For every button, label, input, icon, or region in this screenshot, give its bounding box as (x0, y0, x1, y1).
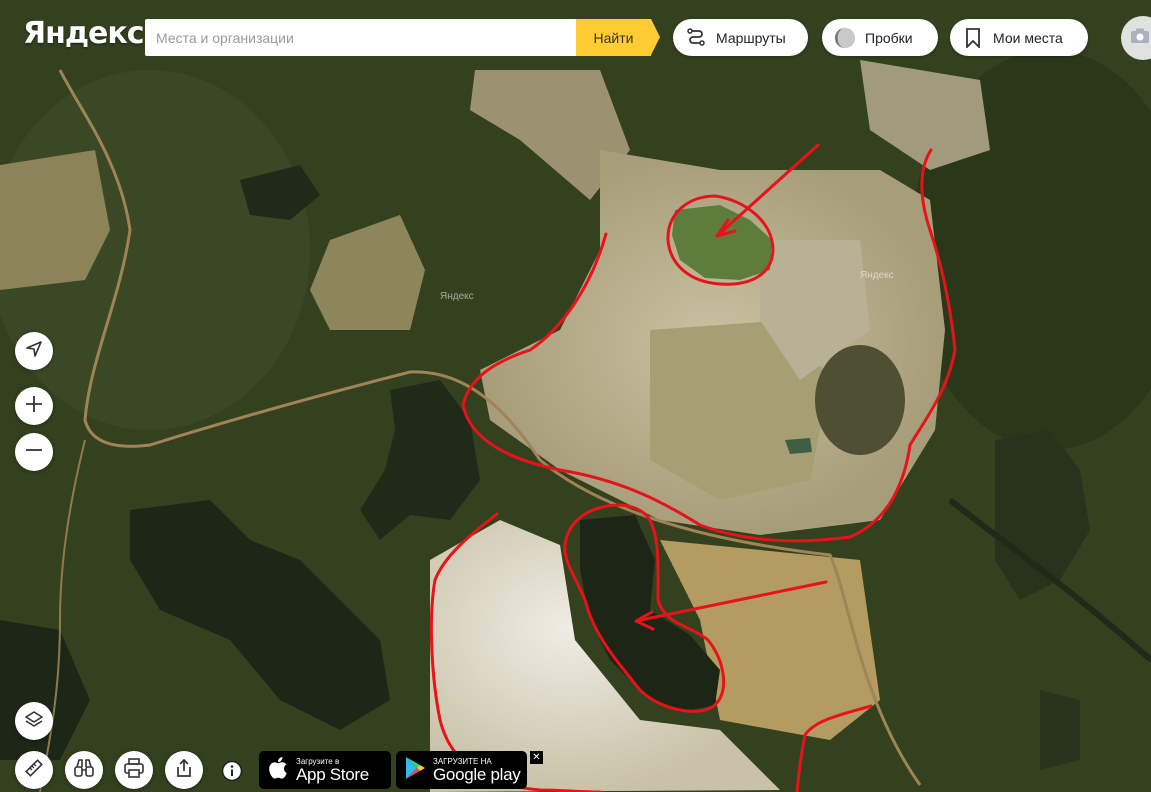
locate-button[interactable] (15, 332, 53, 370)
google-play-badge[interactable]: ЗАГРУЗИТЕ НА Google play (396, 751, 527, 789)
route-icon (685, 27, 707, 49)
satellite-map[interactable]: Яндекс Яндекс (0, 0, 1151, 792)
close-badges-button[interactable]: ✕ (530, 751, 543, 764)
map-watermark: Яндекс (440, 291, 474, 302)
zoom-in-button[interactable] (15, 387, 53, 425)
zoom-out-button[interactable] (15, 433, 53, 471)
routes-label: Маршруты (716, 29, 786, 46)
traffic-label: Пробки (865, 29, 913, 46)
lake (1040, 690, 1080, 770)
share-icon (174, 758, 194, 783)
layers-icon (24, 709, 44, 734)
locate-icon (25, 340, 43, 363)
search-button[interactable]: Найти (576, 19, 660, 56)
camera-icon (1130, 28, 1150, 49)
yandex-logo[interactable]: Яндекс (23, 16, 145, 51)
app-store-big: App Store (296, 764, 369, 784)
search-input[interactable] (145, 19, 576, 56)
app-store-text: Загрузите в App Store (296, 757, 369, 784)
layers-button[interactable] (15, 702, 53, 740)
forest-patch (815, 345, 905, 455)
google-play-big: Google play (433, 764, 521, 784)
print-button[interactable] (115, 751, 153, 789)
google-play-icon (404, 756, 426, 785)
print-icon (123, 757, 145, 783)
routes-button[interactable]: Маршруты (673, 19, 808, 56)
ruler-button[interactable] (15, 751, 53, 789)
binoculars-icon (73, 758, 95, 783)
google-play-text: ЗАГРУЗИТЕ НА Google play (433, 757, 521, 784)
zoom-in-icon (24, 394, 44, 419)
share-button[interactable] (165, 751, 203, 789)
my-places-button[interactable]: Мои места (950, 19, 1088, 56)
apple-icon (269, 756, 289, 785)
traffic-icon (834, 27, 856, 49)
info-button[interactable] (221, 760, 243, 782)
map-watermark: Яндекс (860, 270, 894, 281)
bookmark-icon (962, 27, 984, 49)
app-store-badge[interactable]: Загрузите в App Store (259, 751, 391, 789)
top-bar: Яндекс Найти Маршруты Пробки Мои места (0, 0, 1151, 76)
zoom-out-icon (24, 440, 44, 465)
panorama-camera-button[interactable] (1121, 16, 1151, 60)
panorama-button[interactable] (65, 751, 103, 789)
info-icon (221, 760, 243, 786)
my-places-label: Мои места (993, 29, 1063, 46)
search-box: Найти (145, 19, 660, 56)
ruler-icon (24, 758, 44, 783)
traffic-button[interactable]: Пробки (822, 19, 938, 56)
